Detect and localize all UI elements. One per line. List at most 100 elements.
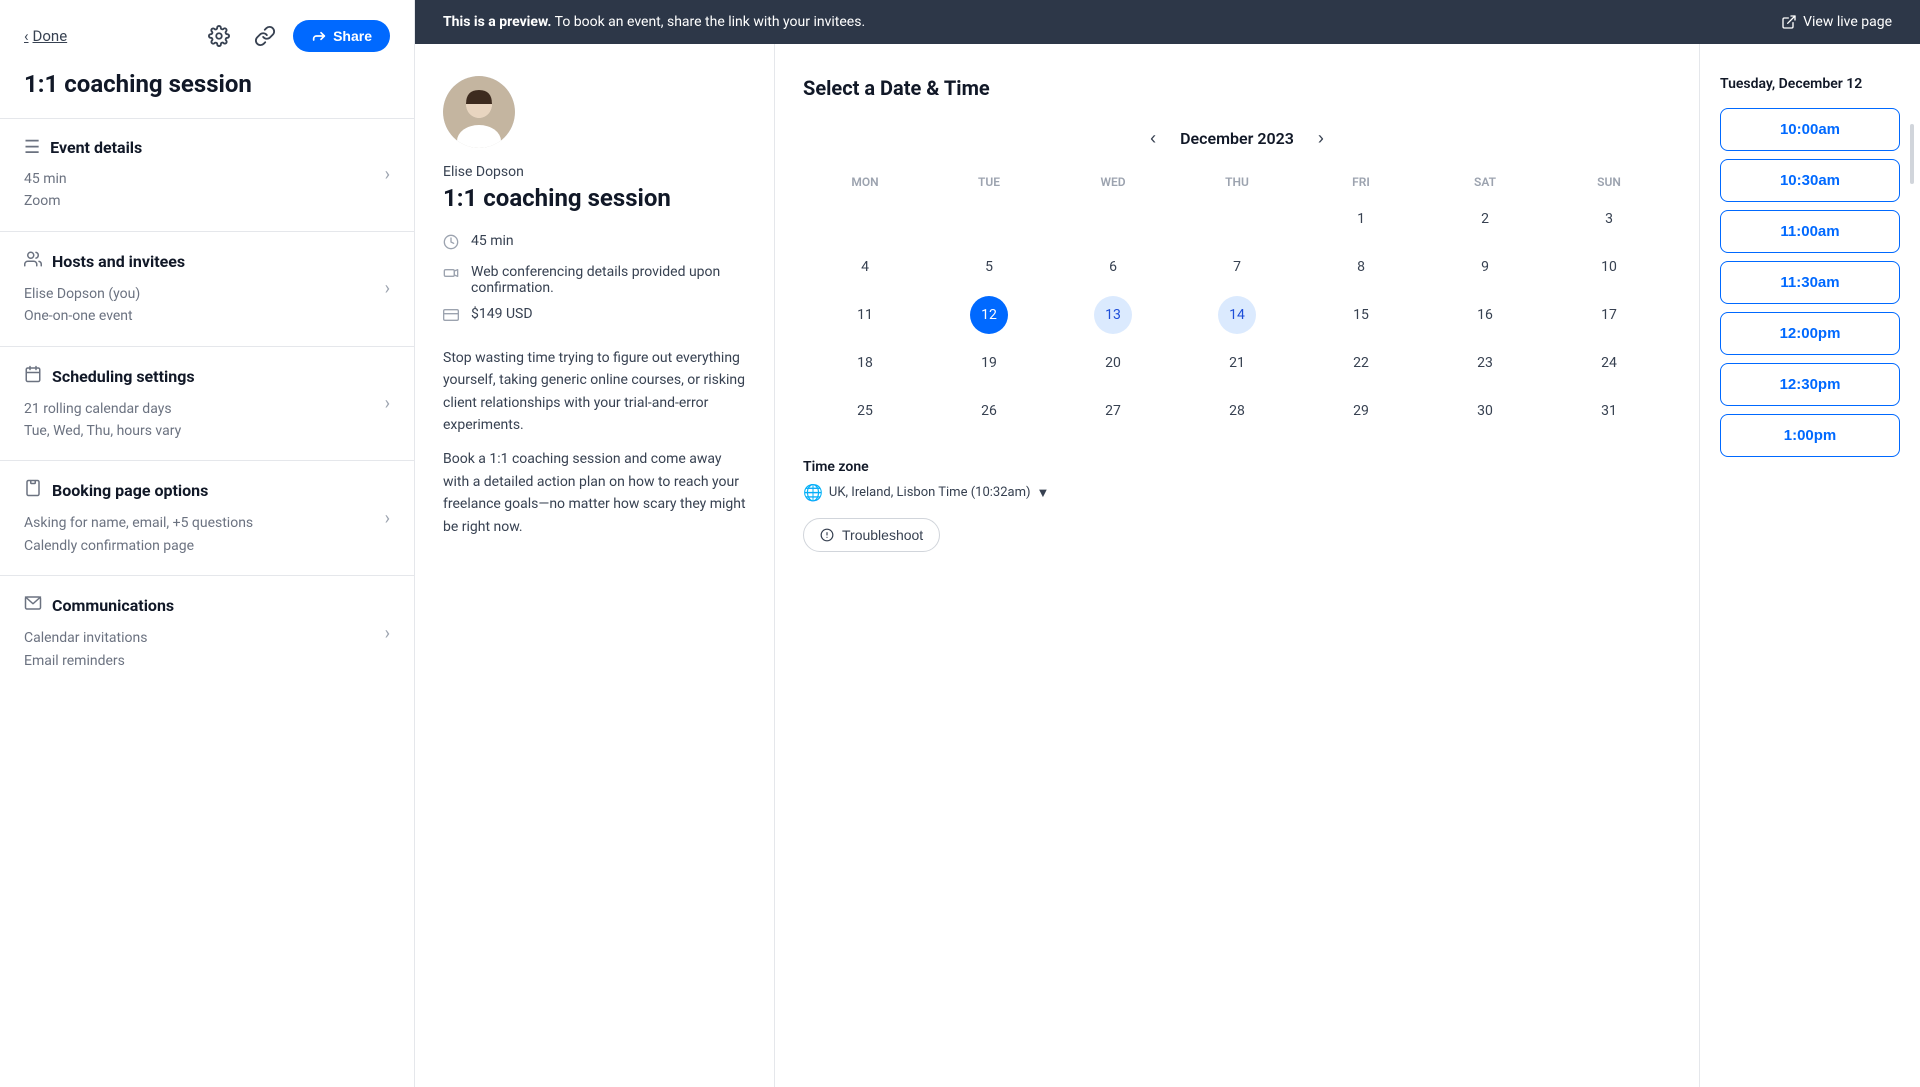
calendar-day[interactable]: 28 [1218, 392, 1256, 430]
calendar-day[interactable]: 15 [1342, 296, 1380, 334]
timeslot-button[interactable]: 12:30pm [1720, 363, 1900, 406]
view-live-link[interactable]: View live page [1781, 14, 1892, 30]
hosts-content: Hosts and invitees Elise Dopson (you) On… [24, 250, 385, 328]
calendar-empty-day [846, 200, 884, 238]
event-details-duration: 45 min [24, 168, 385, 190]
event-name: 1:1 coaching session [443, 184, 746, 213]
back-arrow-icon: ‹ [24, 27, 29, 45]
sidebar-section-comms: Communications Calendar invitations Emai… [0, 575, 414, 690]
timeslot-button[interactable]: 12:00pm [1720, 312, 1900, 355]
calendar-day[interactable]: 6 [1094, 248, 1132, 286]
calendar-day[interactable]: 26 [970, 392, 1008, 430]
scheduling-title: Scheduling settings [52, 367, 195, 386]
video-icon [443, 265, 461, 285]
booking-row[interactable]: Booking page options Asking for name, em… [24, 479, 390, 557]
hosts-header: Hosts and invitees [24, 250, 385, 273]
price-text: $149 USD [471, 306, 533, 322]
calendar-day[interactable]: 5 [970, 248, 1008, 286]
comms-title: Communications [52, 596, 174, 615]
view-live-label: View live page [1803, 14, 1892, 30]
timeslot-button[interactable]: 1:00pm [1720, 414, 1900, 457]
calendar-day[interactable]: 27 [1094, 392, 1132, 430]
booking-header: Booking page options [24, 479, 385, 502]
clock-icon [443, 234, 461, 254]
calendar-day[interactable]: 9 [1466, 248, 1504, 286]
calendar-day[interactable]: 8 [1342, 248, 1380, 286]
calendar-day[interactable]: 3 [1590, 200, 1628, 238]
calendar-month: December 2023 [1180, 129, 1294, 148]
calendar-section: Select a Date & Time ‹ December 2023 › M… [775, 44, 1700, 1087]
event-info-panel: Elise Dopson 1:1 coaching session 45 min… [415, 44, 775, 1087]
event-details-zoom: Zoom [24, 190, 385, 212]
calendar-day[interactable]: 11 [846, 296, 884, 334]
back-link[interactable]: ‹ Done [24, 27, 67, 45]
timeslot-button[interactable]: 10:00am [1720, 108, 1900, 151]
scheduling-content: Scheduling settings 21 rolling calendar … [24, 365, 385, 443]
timezone-value: UK, Ireland, Lisbon Time (10:32am) [829, 485, 1031, 500]
next-month-button[interactable]: › [1314, 124, 1328, 153]
calendar-day[interactable]: 21 [1218, 344, 1256, 382]
prev-month-button[interactable]: ‹ [1146, 124, 1160, 153]
booking-content: Booking page options Asking for name, em… [24, 479, 385, 557]
calendar-day[interactable]: 23 [1466, 344, 1504, 382]
timeslots-title: Tuesday, December 12 [1720, 76, 1900, 92]
calendar-day[interactable]: 19 [970, 344, 1008, 382]
calendar-day[interactable]: 24 [1590, 344, 1628, 382]
calendar-day[interactable]: 14 [1218, 296, 1256, 334]
calendar-day[interactable]: 10 [1590, 248, 1628, 286]
host-avatar [443, 76, 515, 148]
calendar-day[interactable]: 25 [846, 392, 884, 430]
calendar-empty-day [1094, 200, 1132, 238]
timezone-selector[interactable]: 🌐 UK, Ireland, Lisbon Time (10:32am) ▼ [803, 483, 1671, 502]
calendar-day[interactable]: 2 [1466, 200, 1504, 238]
calendar-day[interactable]: 12 [970, 296, 1008, 334]
calendar-day[interactable]: 1 [1342, 200, 1380, 238]
scheduling-days: 21 rolling calendar days [24, 398, 385, 420]
event-description: Stop wasting time trying to figure out e… [443, 347, 746, 538]
hosts-name: Elise Dopson (you) [24, 283, 385, 305]
booking-confirmation: Calendly confirmation page [24, 535, 385, 557]
calendar-day[interactable]: 16 [1466, 296, 1504, 334]
chevron-icon: › [385, 623, 390, 644]
calendar-day[interactable]: 30 [1466, 392, 1504, 430]
scheduling-row[interactable]: Scheduling settings 21 rolling calendar … [24, 365, 390, 443]
comms-row[interactable]: Communications Calendar invitations Emai… [24, 594, 390, 672]
timeslot-button[interactable]: 11:00am [1720, 210, 1900, 253]
calendar-day[interactable]: 20 [1094, 344, 1132, 382]
calendar-day[interactable]: 31 [1590, 392, 1628, 430]
calendar-day[interactable]: 7 [1218, 248, 1256, 286]
calendar-day[interactable]: 17 [1590, 296, 1628, 334]
preview-banner: This is a preview. To book an event, sha… [415, 0, 1920, 44]
calendar-day-header: TUE [927, 169, 1051, 195]
event-details-row[interactable]: ☰ Event details 45 min Zoom › [24, 137, 390, 213]
timeslot-button[interactable]: 10:30am [1720, 159, 1900, 202]
timeslots-list: 10:00am 10:30am 11:00am 11:30am 12:00pm 12:30… [1720, 108, 1900, 457]
calendar-day[interactable]: 4 [846, 248, 884, 286]
calendar-day-header: SAT [1423, 169, 1547, 195]
price-row: $149 USD [443, 306, 746, 327]
booking-questions: Asking for name, email, +5 questions [24, 512, 385, 534]
calendar-day[interactable]: 22 [1342, 344, 1380, 382]
scheduling-header: Scheduling settings [24, 365, 385, 388]
hosts-row[interactable]: Hosts and invitees Elise Dopson (you) On… [24, 250, 390, 328]
preview-text: To book an event, share the link with yo… [555, 14, 866, 30]
calendar-day[interactable]: 18 [846, 344, 884, 382]
duration-row: 45 min [443, 233, 746, 254]
link-button[interactable] [247, 18, 283, 54]
calendar-empty-day [970, 200, 1008, 238]
timeslot-button[interactable]: 11:30am [1720, 261, 1900, 304]
calendar-day-header: FRI [1299, 169, 1423, 195]
description-2: Book a 1:1 coaching session and come awa… [443, 448, 746, 538]
event-details-content: ☰ Event details 45 min Zoom [24, 137, 385, 213]
description-1: Stop wasting time trying to figure out e… [443, 347, 746, 437]
sidebar-section-event-details: ☰ Event details 45 min Zoom › [0, 118, 414, 231]
settings-button[interactable] [201, 18, 237, 54]
calendar-day[interactable]: 13 [1094, 296, 1132, 334]
comms-header: Communications [24, 594, 385, 617]
troubleshoot-label: Troubleshoot [842, 527, 923, 543]
troubleshoot-button[interactable]: Troubleshoot [803, 518, 940, 552]
calendar-day[interactable]: 29 [1342, 392, 1380, 430]
timezone-section: Time zone 🌐 UK, Ireland, Lisbon Time (10… [803, 459, 1671, 552]
calendar-day-header: THU [1175, 169, 1299, 195]
share-button[interactable]: Share [293, 20, 390, 52]
